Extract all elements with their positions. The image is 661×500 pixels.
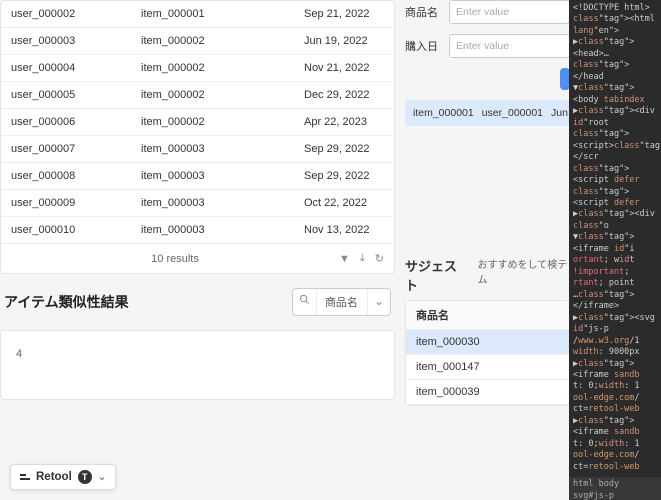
dom-line[interactable]: ool-edge.com/	[573, 450, 657, 461]
table-row[interactable]: user_000002item_000001Sep 21, 2022	[1, 1, 394, 28]
dom-line[interactable]: ortant; widt	[573, 255, 657, 266]
date-label: 購入日	[405, 38, 443, 54]
cell-user: user_000007	[11, 143, 141, 155]
search-icon	[293, 289, 317, 315]
suggest-row[interactable]: item_000039	[406, 380, 569, 405]
similarity-title: アイテム類似性結果	[4, 292, 129, 312]
cell-date: Dec 29, 2022	[304, 89, 384, 101]
cell-user: user_000006	[11, 116, 141, 128]
similarity-panel: 4	[0, 330, 395, 400]
sel-item: item_000001	[413, 107, 474, 119]
cell-item: item_000003	[141, 197, 304, 209]
cell-user: user_000010	[11, 224, 141, 236]
cell-date: Apr 22, 2023	[304, 116, 384, 128]
dom-line[interactable]: ool-edge.com/	[573, 393, 657, 404]
suggest-title: サジェスト	[405, 256, 466, 294]
table-row[interactable]: user_000006item_000002Apr 22, 2023	[1, 109, 394, 136]
dom-line[interactable]: …class"tag"></iframe>	[573, 290, 657, 313]
dom-line[interactable]: ▶class"tag"><svg id"js-p	[573, 313, 657, 336]
cell-item: item_000001	[141, 8, 304, 20]
table-row[interactable]: user_000010item_000003Nov 13, 2022	[1, 217, 394, 243]
dom-line[interactable]: ct=retool-web	[573, 404, 657, 415]
dom-line[interactable]: class"tag"><script defer	[573, 164, 657, 187]
selected-record[interactable]: item_000001 user_000001 Jun 12	[405, 100, 570, 126]
dom-line[interactable]: !important;	[573, 267, 657, 278]
retool-badge[interactable]: Retool T ⌄	[10, 464, 116, 490]
suggest-row[interactable]: item_000030	[406, 330, 569, 355]
dom-line[interactable]: ▶class"tag"><iframe sandb	[573, 416, 657, 439]
devtools-breadcrumb[interactable]: html body svg#js-p	[569, 477, 661, 500]
retool-label: Retool	[36, 471, 72, 483]
dom-line[interactable]: t: 0;width: 1	[573, 381, 657, 392]
cell-item: item_000002	[141, 62, 304, 74]
results-count: 10 results	[11, 253, 339, 265]
download-icon[interactable]: ⤓	[360, 252, 365, 265]
cell-date: Nov 21, 2022	[304, 62, 384, 74]
cell-item: item_000002	[141, 116, 304, 128]
cell-date: Sep 21, 2022	[304, 8, 384, 20]
cell-item: item_000003	[141, 224, 304, 236]
item-input[interactable]: Enter value	[449, 0, 570, 24]
dom-line[interactable]: rtant; point	[573, 278, 657, 289]
dom-line[interactable]: ▶class"tag"><head>…class"tag"></head	[573, 37, 657, 83]
table-row[interactable]: user_000004item_000002Nov 21, 2022	[1, 55, 394, 82]
dom-line[interactable]: ▶class"tag"><iframe sandb	[573, 359, 657, 382]
cell-user: user_000003	[11, 35, 141, 47]
cell-item: item_000002	[141, 89, 304, 101]
table-footer: 10 results ▼ ⤓ ↻	[1, 243, 394, 273]
retool-logo-icon	[20, 472, 30, 482]
cell-item: item_000002	[141, 35, 304, 47]
cell-user: user_000009	[11, 197, 141, 209]
suggest-section: サジェスト おすすめをして検テム 商品名 item_000030item_000…	[405, 256, 570, 406]
cell-item: item_000003	[141, 143, 304, 155]
dom-line[interactable]: ▼class"tag"><iframe id"i	[573, 232, 657, 255]
cell-user: user_000002	[11, 8, 141, 20]
cell-date: Sep 29, 2022	[304, 170, 384, 182]
dom-line[interactable]: ▼class"tag"><body tabindex	[573, 83, 657, 106]
cell-date: Oct 22, 2022	[304, 197, 384, 209]
dom-line[interactable]: width: 9000px	[573, 347, 657, 358]
cell-date: Sep 29, 2022	[304, 143, 384, 155]
cell-user: user_000005	[11, 89, 141, 101]
table-row[interactable]: user_000003item_000002Jun 19, 2022	[1, 28, 394, 55]
cell-user: user_000008	[11, 170, 141, 182]
dom-line[interactable]: class"tag"><script defer	[573, 187, 657, 210]
dom-line[interactable]: class"tag"><script>class"tag"></scr	[573, 129, 657, 163]
dom-line[interactable]: /www.w3.org/1	[573, 336, 657, 347]
table-row[interactable]: user_000005item_000002Dec 29, 2022	[1, 82, 394, 109]
chevron-down-icon: ⌄	[367, 289, 390, 315]
table-row[interactable]: user_000008item_000003Sep 29, 2022	[1, 163, 394, 190]
filter-text: 商品名	[317, 289, 367, 315]
cell-date: Jun 19, 2022	[304, 35, 384, 47]
chevron-down-icon: ⌄	[98, 472, 106, 483]
cell-date: Nov 13, 2022	[304, 224, 384, 236]
cell-item: item_000003	[141, 170, 304, 182]
dom-line[interactable]: t: 0;width: 1	[573, 439, 657, 450]
devtools-panel[interactable]: <!DOCTYPE html>class"tag"><html lang"en"…	[569, 0, 661, 500]
cell-user: user_000004	[11, 62, 141, 74]
item-label: 商品名	[405, 4, 443, 20]
dom-line[interactable]: ct=retool-web	[573, 462, 657, 473]
table-row[interactable]: user_000007item_000003Sep 29, 2022	[1, 136, 394, 163]
similarity-filter[interactable]: 商品名 ⌄	[292, 288, 391, 316]
dom-line[interactable]: <!DOCTYPE html>	[573, 3, 657, 14]
suggest-table: 商品名 item_000030item_000147item_000039	[405, 300, 570, 406]
dom-line[interactable]: ▶class"tag"><div id"root	[573, 106, 657, 129]
refresh-icon[interactable]: ↻	[375, 252, 384, 265]
filter-icon[interactable]: ▼	[339, 253, 350, 265]
retool-env-badge: T	[78, 470, 92, 484]
dom-line[interactable]: ▶class"tag"><div class"o	[573, 209, 657, 232]
suggest-row[interactable]: item_000147	[406, 355, 569, 380]
date-input[interactable]: Enter value	[449, 34, 570, 58]
transactions-table: user_000002item_000001Sep 21, 2022user_0…	[0, 0, 395, 274]
table-row[interactable]: user_000009item_000003Oct 22, 2022	[1, 190, 394, 217]
similarity-value: 4	[16, 348, 22, 360]
suggest-desc: おすすめをして検テム	[478, 256, 571, 286]
suggest-header-cell[interactable]: 商品名	[406, 301, 569, 330]
dom-line[interactable]: class"tag"><html lang"en">	[573, 14, 657, 37]
sel-user: user_000001	[482, 107, 543, 119]
